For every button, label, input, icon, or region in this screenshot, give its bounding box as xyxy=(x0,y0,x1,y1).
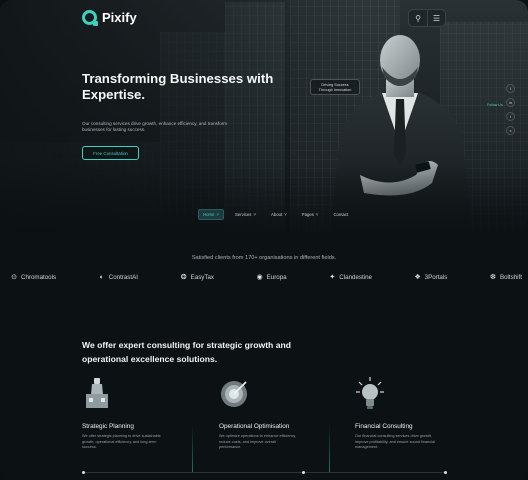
divider xyxy=(329,425,330,473)
3portals-icon: ❖ xyxy=(414,274,421,281)
divider-dot xyxy=(82,471,85,474)
twitter-icon[interactable]: t xyxy=(506,112,515,121)
brand-name: Pixify xyxy=(102,10,137,25)
lightbulb-icon xyxy=(356,377,384,409)
main-nav: Home ˅ Services ˅ About ˅ Pages ˅ Contact xyxy=(198,209,352,220)
divider xyxy=(192,425,193,473)
client-logo: ◐ ContrastAI xyxy=(99,273,138,281)
service-card-financial-consulting[interactable]: Financial Consulting Our financial consu… xyxy=(355,376,465,449)
contrastai-icon: ◐ xyxy=(99,273,104,281)
nav-item-contact[interactable]: Contact xyxy=(329,210,352,219)
brand-logo[interactable]: Pixify xyxy=(82,10,137,26)
chromatools-icon: ⊙ xyxy=(11,274,17,281)
client-logo: ❂ EasyTax xyxy=(180,273,215,282)
clients-caption: Satisfied clients from 170+ organisation… xyxy=(191,255,337,261)
follow-label: Follow Us xyxy=(487,103,503,107)
social-links: f in t x xyxy=(506,84,515,135)
page: Pixify ⚲ ☰ Transforming Businesses with … xyxy=(0,0,528,480)
nav-item-home[interactable]: Home ˅ xyxy=(198,209,224,220)
card-title: Financial Consulting xyxy=(355,423,413,430)
client-logo: ⊙ Chromatools xyxy=(11,273,57,282)
free-consultation-button[interactable]: Free Consultation xyxy=(82,146,139,160)
europa-icon: ◉ xyxy=(256,274,263,281)
card-title: Strategic Planning xyxy=(82,423,134,430)
clandestine-icon: ✦ xyxy=(329,274,336,281)
hero-section: Pixify ⚲ ☰ Transforming Businesses with … xyxy=(0,0,528,232)
client-logo: ◉ Europa xyxy=(256,273,287,282)
client-logo: ❖ 3Portals xyxy=(414,273,448,282)
service-card-strategic-planning[interactable]: Strategic Planning We offer strategic pl… xyxy=(82,376,192,449)
nav-item-services[interactable]: Services ˅ xyxy=(231,210,260,219)
card-description: We optimize operations to enhance effici… xyxy=(219,434,297,450)
chevron-down-icon: ˅ xyxy=(216,212,219,217)
client-logos: ⊙ Chromatools ◐ ContrastAI ❂ EasyTax ◉ Europ… xyxy=(10,273,522,282)
header-actions: ⚲ ☰ xyxy=(408,9,446,27)
divider xyxy=(82,472,446,473)
card-description: Our financial consulting services drive … xyxy=(355,434,435,450)
hero-title: Transforming Businesses with Expertise. xyxy=(82,71,274,102)
card-description: We offer strategic planning to drive sus… xyxy=(82,434,161,450)
hero-description: Our consulting services drive growth, en… xyxy=(82,121,228,133)
x-icon[interactable]: x xyxy=(506,126,515,135)
target-icon xyxy=(221,381,247,407)
chevron-down-icon: ˅ xyxy=(284,212,287,217)
innovation-badge: Driving Success Through Innovation xyxy=(310,79,360,95)
nav-item-pages[interactable]: Pages ˅ xyxy=(298,210,323,219)
easytax-icon: ❂ xyxy=(180,274,187,281)
divider-dot xyxy=(444,471,447,474)
card-title: Operational Optimisation xyxy=(219,423,290,430)
linkedin-icon[interactable]: in xyxy=(506,98,515,107)
logo-icon xyxy=(82,10,98,26)
divider-dot xyxy=(302,471,305,474)
chevron-down-icon: ˅ xyxy=(315,212,319,217)
facebook-icon[interactable]: f xyxy=(506,84,515,93)
nav-item-about[interactable]: About ˅ xyxy=(267,210,291,219)
client-logo: ❆ Boltshift xyxy=(490,273,522,282)
search-icon[interactable]: ⚲ xyxy=(409,10,427,26)
menu-icon[interactable]: ☰ xyxy=(427,10,445,26)
service-card-operational-optimisation[interactable]: Operational Optimisation We optimize ope… xyxy=(219,376,329,449)
chess-piece-icon xyxy=(86,378,108,408)
offer-title: We offer expert consulting for strategic… xyxy=(82,340,291,364)
boltshift-icon: ❆ xyxy=(490,274,496,281)
client-logo: ✦ Clandestine xyxy=(329,273,372,282)
chevron-down-icon: ˅ xyxy=(253,212,256,217)
